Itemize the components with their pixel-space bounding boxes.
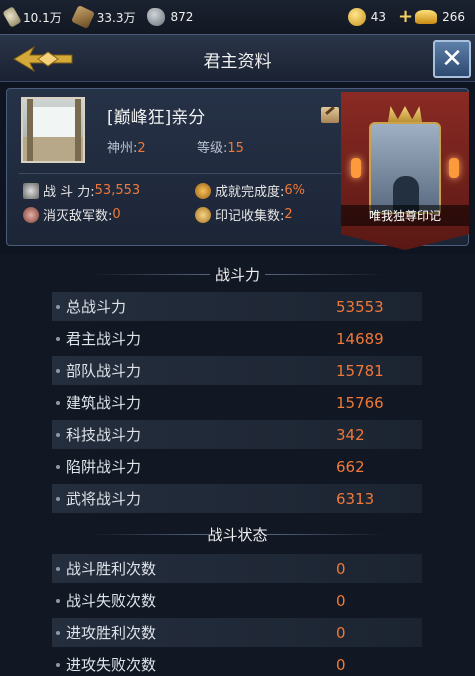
table-row: 君主战斗力 14689 [52, 324, 422, 353]
resource-wood: 33.3万 [70, 5, 136, 29]
close-button[interactable]: ✕ [433, 40, 471, 78]
table-row: 陷阱战斗力 662 [52, 452, 422, 481]
seals-stat: 印记收集数: 2 [195, 205, 293, 224]
gold-ingot-icon [415, 10, 438, 24]
gold-amount: 266 [442, 10, 465, 24]
resource-gold[interactable]: + 266 [398, 8, 465, 26]
food-icon [2, 6, 22, 28]
coin-amount: 43 [370, 10, 386, 24]
section-title-combat-power: 战斗力 [0, 264, 475, 285]
divider [19, 173, 349, 174]
medal-icon [195, 182, 211, 199]
table-row: 武将战斗力 6313 [52, 484, 422, 513]
table-row: 部队战斗力 15781 [52, 356, 422, 385]
wood-amount: 33.3万 [96, 10, 136, 25]
kills-stat: 消灭敌军数: 0 [23, 205, 121, 224]
table-row: 战斗胜利次数 0 [52, 554, 422, 583]
achievement-stat: 成就完成度: 6% [195, 181, 305, 200]
table-row: 建筑战斗力 15766 [52, 388, 422, 417]
resource-food: 10.1万 [2, 6, 62, 28]
sword-icon [23, 182, 39, 199]
table-row: 科技战斗力 342 [52, 420, 422, 449]
edit-name-icon[interactable] [321, 107, 339, 123]
close-icon: ✕ [441, 44, 463, 74]
section-title-battle-status: 战斗状态 [0, 524, 475, 545]
region-info: 神州:2 [107, 141, 146, 156]
emblem-badge[interactable]: 唯我独尊印记 [341, 92, 469, 250]
power-stat: 战 斗 力: 53,553 [23, 181, 140, 200]
stats-list[interactable]: 战斗力 总战斗力 53553 君主战斗力 14689 部队战斗力 15781 建筑战斗… [0, 254, 475, 676]
wood-icon [70, 5, 95, 29]
add-gold-icon[interactable]: + [398, 8, 413, 26]
lantern-icon [449, 158, 459, 178]
seal-icon [195, 206, 211, 223]
table-row: 进攻失败次数 0 [52, 650, 422, 676]
lord-name: [巅峰狂]亲分 [107, 108, 206, 128]
emblem-label: 唯我独尊印记 [341, 205, 469, 226]
table-row: 总战斗力 53553 [52, 292, 422, 321]
food-amount: 10.1万 [23, 10, 62, 25]
table-row: 进攻胜利次数 0 [52, 618, 422, 647]
resource-stone: 872 [147, 8, 193, 26]
gate-icon [369, 122, 441, 214]
skull-icon [23, 206, 39, 223]
page-title: 君主资料 [203, 52, 272, 72]
resource-coins: 43 [347, 8, 386, 26]
stone-amount: 872 [170, 10, 194, 24]
table-row: 战斗失败次数 0 [52, 586, 422, 615]
window-header: 君主资料 ✕ [0, 34, 475, 82]
level-info: 等级:15 [197, 141, 244, 156]
avatar[interactable] [21, 97, 85, 163]
lantern-icon [351, 158, 361, 178]
resource-bar: 10.1万 33.3万 872 43 + 266 [0, 0, 475, 34]
stone-icon [147, 8, 166, 26]
coin-icon [347, 8, 366, 26]
